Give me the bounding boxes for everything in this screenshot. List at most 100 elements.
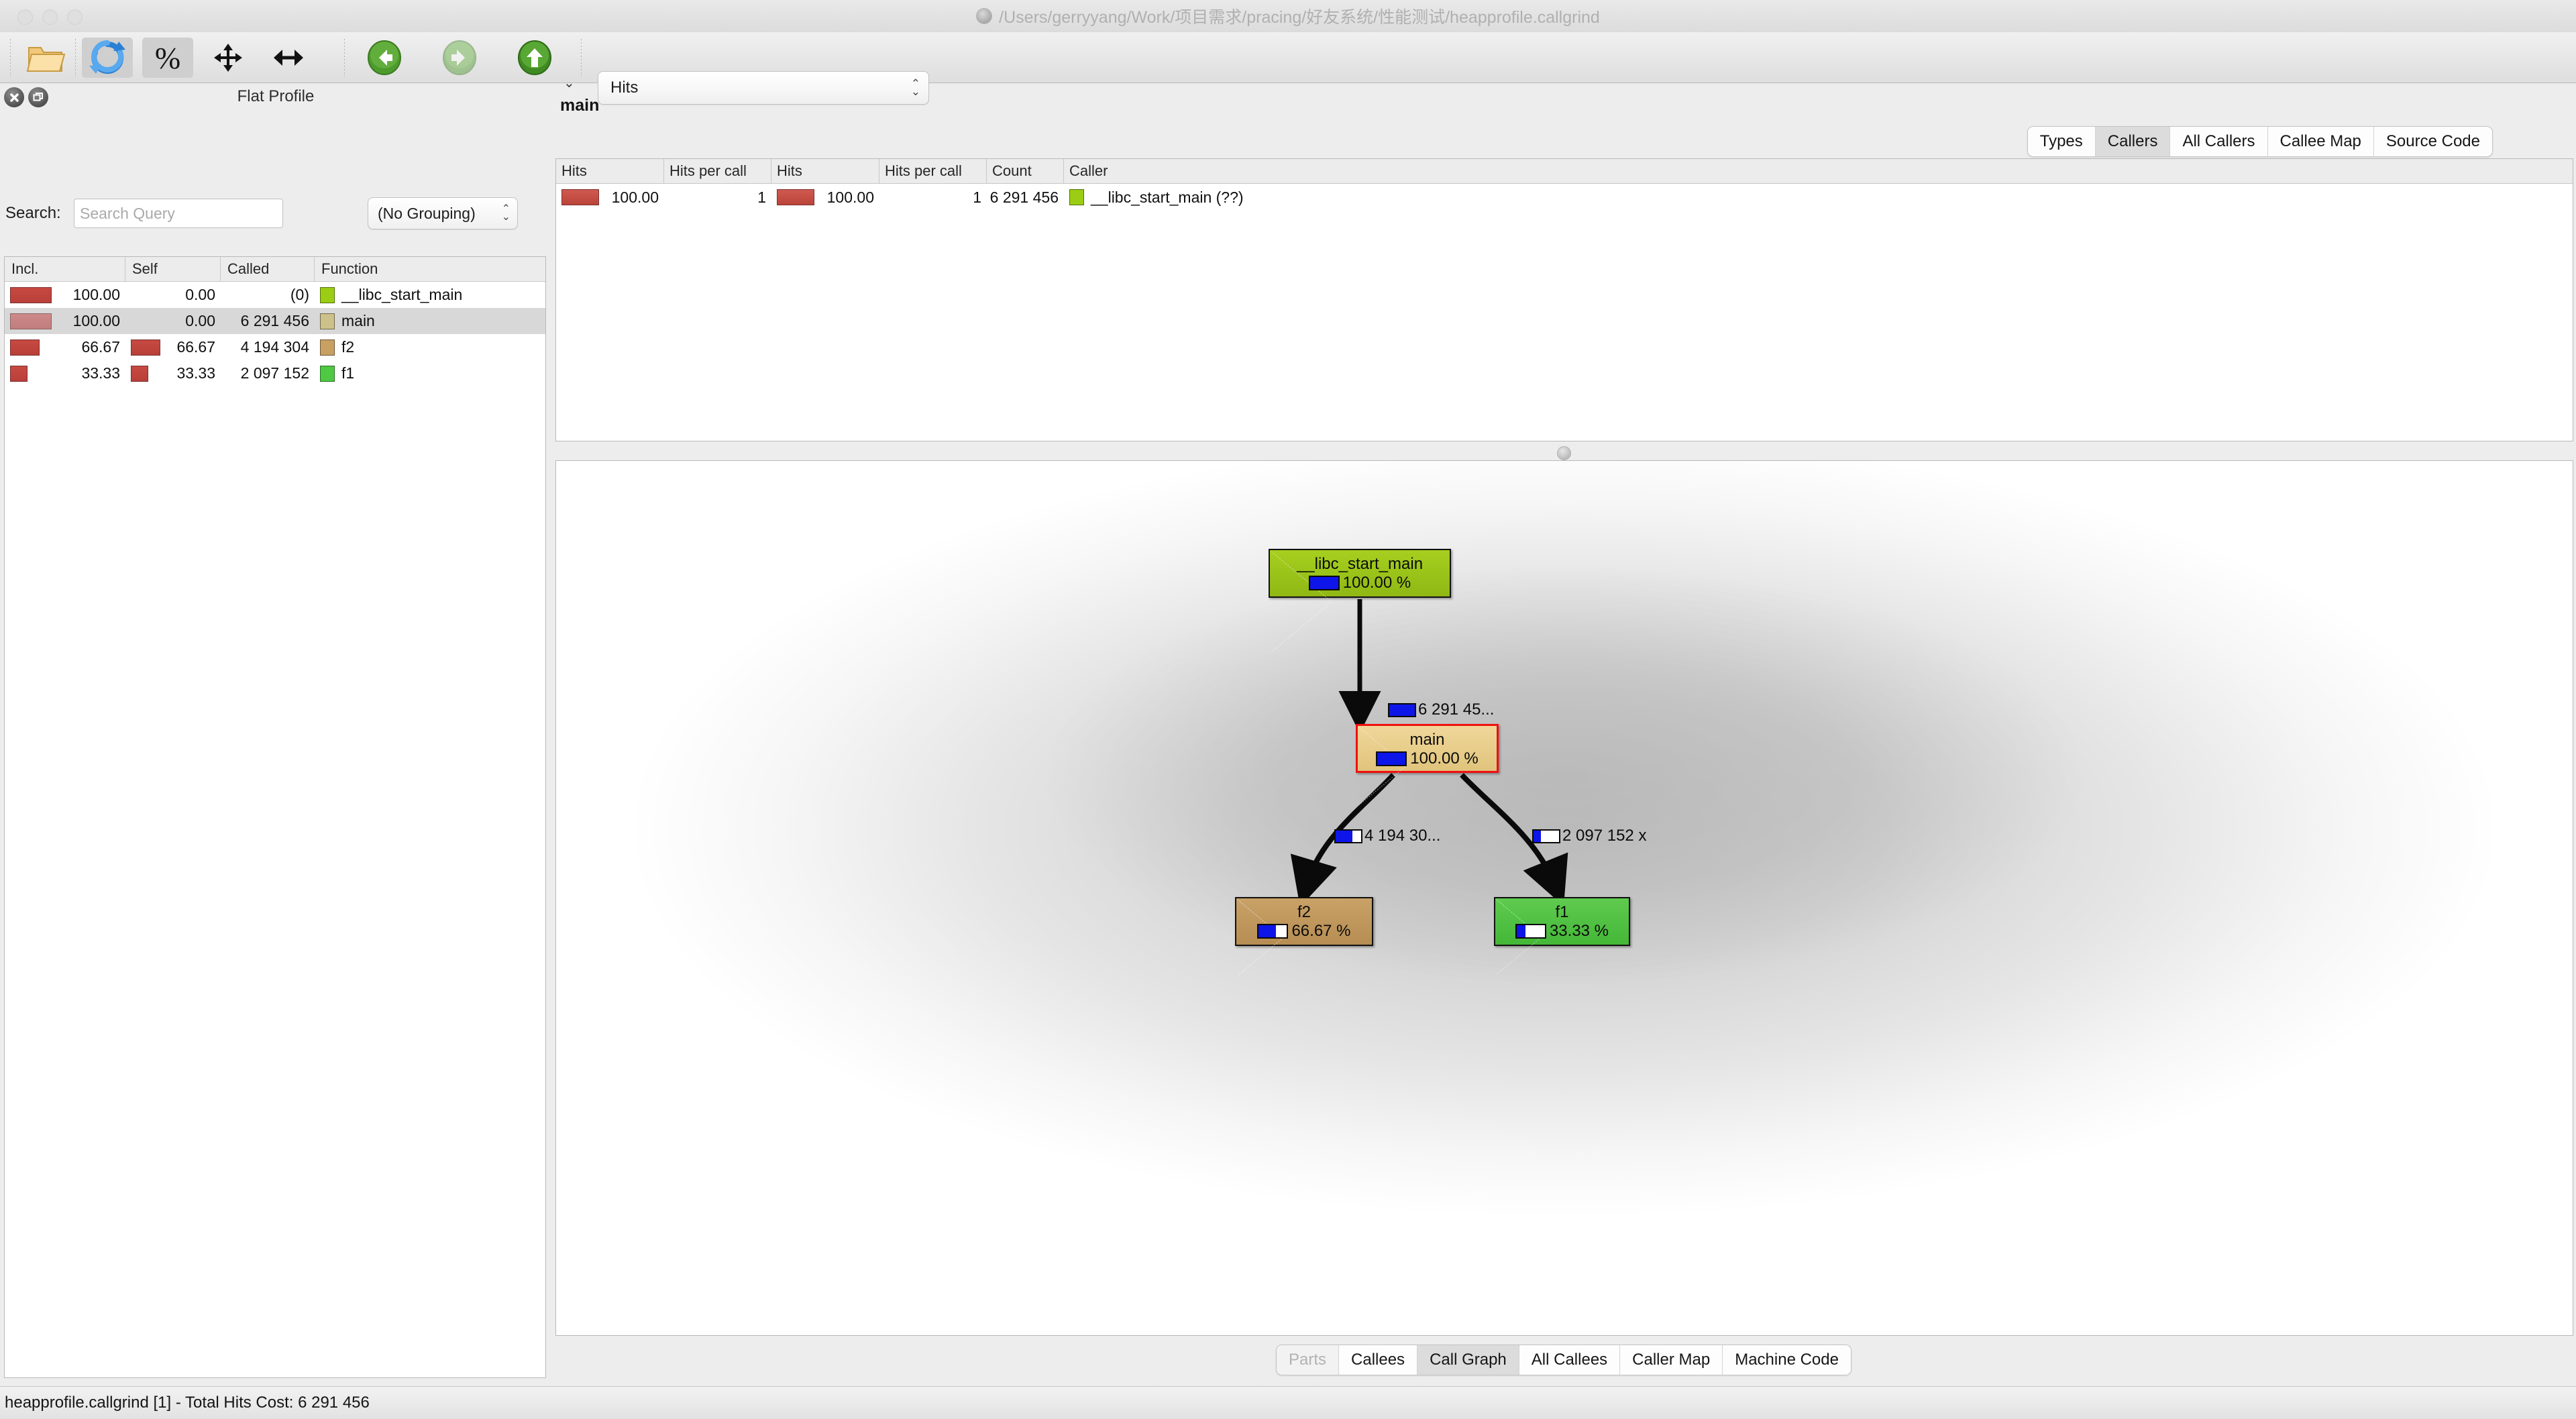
- tab-call-graph[interactable]: Call Graph: [1417, 1345, 1519, 1375]
- graph-node-cost: 66.67 %: [1257, 922, 1351, 941]
- column-header-hits-1[interactable]: Hits: [556, 159, 664, 183]
- called: (0): [290, 286, 309, 303]
- cost-bar: [10, 339, 40, 356]
- search-input-wrapper[interactable]: [74, 199, 283, 228]
- tab-callees[interactable]: Callees: [1339, 1345, 1418, 1375]
- graph-node-label: __libc_start_main: [1296, 555, 1424, 573]
- table-row[interactable]: 33.33 33.33 2 097 152 f1: [5, 360, 545, 386]
- status-text: heapprofile.callgrind [1] - Total Hits C…: [5, 1394, 370, 1412]
- cost-bar: [131, 365, 148, 382]
- table-row[interactable]: 100.00 0.00 (0) __libc_start_main: [5, 282, 545, 308]
- toolbar-separator-1: [75, 39, 76, 76]
- cost-bar: [131, 339, 160, 356]
- cycle-icon: [274, 50, 303, 66]
- graph-node-percent: 33.33 %: [1549, 922, 1609, 940]
- flat-profile-dock: Flat Profile Search: (No Grouping) ⌃⌄: [0, 83, 551, 1385]
- graph-node-libc[interactable]: __libc_start_main 100.00 %: [1269, 549, 1451, 598]
- progress-bar: [1388, 702, 1416, 717]
- relative-cost-button[interactable]: [203, 38, 254, 78]
- graph-edge-label[interactable]: 2 097 152 x: [1532, 827, 1646, 845]
- callers-panel[interactable]: Hits Hits per call Hits Hits per call Co…: [555, 158, 2573, 441]
- forward-button[interactable]: [431, 38, 488, 78]
- called: 6 291 456: [240, 312, 309, 329]
- self: 66.67: [176, 338, 215, 356]
- bottom-tabs[interactable]: Parts Callees Call Graph All Callees Caller …: [1276, 1345, 1851, 1375]
- open-file-button[interactable]: [20, 38, 71, 78]
- tab-callers[interactable]: Callers: [2095, 127, 2171, 156]
- percent-label: %: [154, 40, 181, 75]
- close-icon[interactable]: [4, 87, 24, 107]
- window-title: /Users/gerryyang/Work/项目需求/pracing/好友系统/…: [0, 0, 2576, 32]
- graph-node-main[interactable]: main 100.00 %: [1356, 724, 1499, 773]
- incl: 66.67: [81, 338, 120, 356]
- progress-bar-fill: [1309, 577, 1338, 589]
- function-name: f1: [341, 364, 355, 382]
- splitter-grip-icon[interactable]: [1556, 445, 1571, 460]
- column-header-called[interactable]: Called: [221, 257, 315, 281]
- function-color-swatch: [320, 365, 335, 382]
- tab-parts: Parts: [1277, 1345, 1340, 1375]
- count: 6 291 456: [989, 188, 1059, 206]
- column-header-hits-2[interactable]: Hits: [771, 159, 879, 183]
- graph-node-percent: 100.00 %: [1410, 749, 1479, 768]
- column-header-function[interactable]: Function: [315, 257, 545, 281]
- function-name: main: [341, 312, 375, 329]
- progress-bar-fill: [1534, 830, 1542, 842]
- dock-title: Flat Profile: [237, 87, 315, 105]
- reload-icon: [89, 40, 125, 74]
- app-icon: [976, 8, 993, 24]
- graph-edge-label[interactable]: 6 291 45...: [1388, 700, 1494, 719]
- undock-icon[interactable]: [28, 87, 48, 107]
- back-button[interactable]: [356, 38, 413, 78]
- column-header-hits-per-call-1[interactable]: Hits per call: [664, 159, 771, 183]
- graph-node-f2[interactable]: f2 66.67 %: [1235, 897, 1373, 946]
- graph-node-cost: 100.00 %: [1376, 749, 1479, 768]
- top-tabs[interactable]: Types Callers All Callers Callee Map Source …: [2027, 126, 2493, 157]
- column-header-count[interactable]: Count: [987, 159, 1064, 183]
- tab-types[interactable]: Types: [2027, 127, 2096, 156]
- page-title: main: [560, 95, 600, 115]
- bottom-tab-strip: Parts Callees Call Graph All Callees Caller …: [555, 1342, 2572, 1378]
- graph-node-f1[interactable]: f1 33.33 %: [1494, 897, 1630, 946]
- function-name: __libc_start_main: [341, 286, 463, 303]
- search-input[interactable]: [74, 204, 282, 223]
- table-row[interactable]: 66.67 66.67 4 194 304 f2: [5, 334, 545, 360]
- tab-all-callers[interactable]: All Callers: [2170, 127, 2268, 156]
- column-header-incl[interactable]: Incl.: [5, 257, 125, 281]
- function-color-swatch: [320, 313, 335, 329]
- grouping-select[interactable]: (No Grouping) ⌃ ⌄: [368, 197, 518, 229]
- flat-profile-body: 100.00 0.00 (0) __libc_start_main 100.00 0.00…: [5, 282, 545, 386]
- up-button[interactable]: [506, 38, 564, 78]
- progress-bar-fill: [1389, 704, 1415, 716]
- status-bar: heapprofile.callgrind [1] - Total Hits C…: [0, 1386, 2576, 1419]
- called: 2 097 152: [240, 364, 309, 382]
- column-header-self[interactable]: Self: [125, 257, 221, 281]
- column-header-caller[interactable]: Caller: [1064, 159, 2573, 183]
- tab-machine-code[interactable]: Machine Code: [1723, 1345, 1851, 1375]
- up-dropdown-chevron[interactable]: ⌄: [564, 76, 575, 90]
- progress-bar-fill: [1258, 925, 1277, 937]
- tab-callee-map[interactable]: Callee Map: [2267, 127, 2374, 156]
- dock-header: Flat Profile: [0, 83, 551, 110]
- cycle-detection-button[interactable]: [263, 38, 314, 78]
- table-row[interactable]: 100.00 1 100.00 1 6 291 456 __libc_start_main…: [556, 184, 2573, 211]
- table-row[interactable]: 100.00 0.00 6 291 456 main: [5, 308, 545, 334]
- hits1: 100.00: [611, 188, 659, 206]
- incl: 100.00: [72, 312, 120, 329]
- toolbar-handle[interactable]: [10, 39, 11, 76]
- tab-source-code[interactable]: Source Code: [2373, 127, 2492, 156]
- graph-node-percent: 100.00 %: [1342, 574, 1411, 592]
- reload-button[interactable]: [82, 38, 133, 78]
- graph-edge-label[interactable]: 4 194 30...: [1334, 827, 1440, 845]
- progress-bar-fill: [1516, 925, 1525, 937]
- tab-caller-map[interactable]: Caller Map: [1620, 1345, 1723, 1375]
- call-graph-panel[interactable]: __libc_start_main 100.00 % main 100.00 % f2 6…: [555, 460, 2573, 1336]
- tab-all-callees[interactable]: All Callees: [1519, 1345, 1621, 1375]
- toolbar-separator-2: [344, 39, 345, 76]
- flat-profile-table[interactable]: Incl. Self Called Function 100.00 0.00 (0)…: [4, 256, 546, 1378]
- percentage-toggle-button[interactable]: %: [142, 38, 193, 78]
- column-header-hits-per-call-2[interactable]: Hits per call: [879, 159, 987, 183]
- callers-header: Hits Hits per call Hits Hits per call Co…: [556, 159, 2573, 184]
- up-arrow-icon: [518, 40, 551, 75]
- graph-node-label: f1: [1555, 903, 1569, 921]
